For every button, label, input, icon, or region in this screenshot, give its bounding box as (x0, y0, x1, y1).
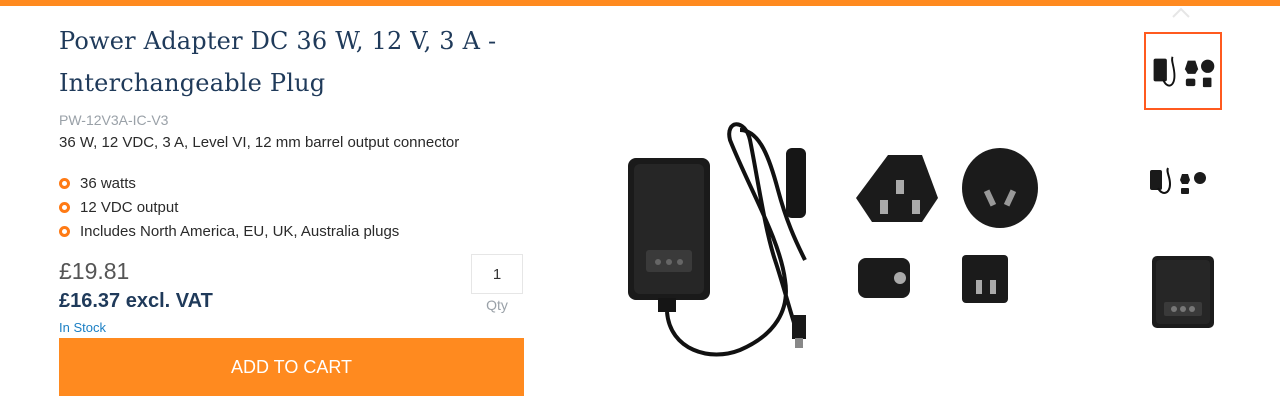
bullet-ring-icon (59, 177, 70, 189)
product-title-line-2: Interchangeable Plug (59, 69, 326, 97)
product-title: Power Adapter DC 36 W, 12 V, 3 A - Inter… (59, 20, 529, 104)
feature-text: Includes North America, EU, UK, Australi… (80, 222, 400, 240)
gallery-thumbnail[interactable] (1144, 142, 1222, 220)
feature-item: Includes North America, EU, UK, Australi… (59, 219, 529, 243)
adapter-closeup-thumbnail-image (1152, 256, 1214, 328)
adapter-with-plugs-thumbnail-image (1150, 167, 1206, 194)
price-excl-vat: £16.37 excl. VAT (59, 290, 213, 312)
product-description: 36 W, 12 VDC, 3 A, Level VI, 12 mm barre… (59, 134, 460, 151)
price: £19.81 (59, 258, 130, 284)
power-adapter-photo (628, 122, 1038, 357)
top-accent-bar (0, 0, 1280, 6)
add-to-cart-button[interactable]: ADD TO CART (59, 338, 524, 396)
product-info: Power Adapter DC 36 W, 12 V, 3 A - Inter… (59, 20, 529, 243)
product-title-line-1: Power Adapter DC 36 W, 12 V, 3 A - (59, 27, 497, 55)
gallery-thumbnail[interactable] (1144, 32, 1222, 110)
adapter-with-plugs-thumbnail-image (1153, 56, 1215, 88)
gallery-thumbnail[interactable] (1144, 252, 1222, 330)
stock-status: In Stock (59, 320, 106, 335)
feature-list: 36 watts 12 VDC output Includes North Am… (59, 171, 529, 243)
feature-text: 12 VDC output (80, 198, 179, 216)
feature-item: 12 VDC output (59, 195, 529, 219)
bullet-ring-icon (59, 201, 70, 213)
feature-text: 36 watts (80, 174, 136, 192)
quantity-input[interactable] (471, 254, 523, 294)
bullet-ring-icon (59, 225, 70, 237)
chevron-up-icon[interactable] (1170, 6, 1192, 20)
feature-item: 36 watts (59, 171, 529, 195)
main-product-image (600, 100, 1070, 370)
product-sku: PW-12V3A-IC-V3 (59, 112, 169, 128)
quantity-label: Qty (486, 297, 508, 313)
